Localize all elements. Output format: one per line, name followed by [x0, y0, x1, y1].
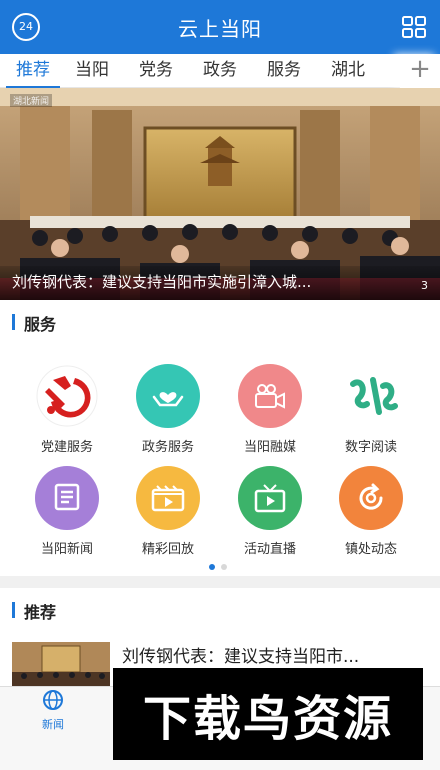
globe-icon: [43, 690, 63, 710]
video-camera-icon: [238, 364, 302, 428]
app-title: 云上当阳: [178, 16, 262, 41]
document-icon: [35, 466, 99, 530]
party-emblem-icon: [35, 364, 99, 428]
add-channel-button[interactable]: +: [400, 54, 440, 88]
services-section-title: 服务: [24, 315, 57, 334]
service-live-broadcast[interactable]: 活动直播: [220, 466, 320, 557]
service-party-building[interactable]: 党建服务: [17, 364, 117, 455]
app-header: 24 云上当阳: [0, 0, 440, 54]
service-highlight-playback[interactable]: 精彩回放: [118, 466, 218, 557]
recommend-section-header: 推荐: [0, 588, 440, 632]
tab-party-affairs[interactable]: 党务: [124, 54, 188, 88]
section-accent-bar: [12, 602, 15, 618]
watermark-banner: 下载鸟资源: [113, 668, 423, 760]
services-grid: 党建服务 政务服务 当阳融媒 数字阅读 当阳新闻 精彩回放 活动直播 镇处动态: [0, 344, 440, 576]
tab-dangyang[interactable]: 当阳: [60, 54, 124, 88]
app-screen: 24 云上当阳 推荐 当阳 党务 政务 服务 湖北 + 湖北新闻 刘传钢代表：建…: [0, 0, 440, 770]
nav-item-label: 新闻: [42, 718, 64, 731]
service-label: 活动直播: [243, 542, 296, 557]
pager-dot-active[interactable]: [209, 564, 215, 570]
service-dangyang-media[interactable]: 当阳融媒: [220, 364, 320, 455]
service-label: 数字阅读: [344, 440, 397, 455]
watermark-text: 下载鸟资源: [142, 691, 393, 747]
service-label: 当阳融媒: [243, 440, 296, 455]
grid-menu-icon[interactable]: [402, 16, 426, 38]
nav-item-news[interactable]: 新闻: [28, 689, 78, 732]
banner-source-tag: 湖北新闻: [10, 94, 53, 107]
calligraphy-icon: [339, 364, 403, 428]
news-title: 刘传钢代表：建议支持当阳市...: [122, 647, 360, 667]
heart-hands-icon: [136, 364, 200, 428]
tab-services[interactable]: 服务: [252, 54, 316, 88]
service-label: 当阳新闻: [40, 542, 93, 557]
channel-tabs: 推荐 当阳 党务 政务 服务 湖北 +: [0, 54, 440, 88]
playback-icon: [136, 466, 200, 530]
tab-government-affairs[interactable]: 政务: [188, 54, 252, 88]
banner-carousel[interactable]: 湖北新闻 刘传钢代表：建议支持当阳市实施引漳入城... 3: [0, 88, 440, 300]
tv-play-icon: [238, 466, 302, 530]
banner-page-indicator: 3: [421, 279, 428, 292]
tab-hubei[interactable]: 湖北: [316, 54, 380, 88]
pager-dot[interactable]: [221, 564, 227, 570]
service-dangyang-news[interactable]: 当阳新闻: [17, 466, 117, 557]
section-divider: [0, 576, 440, 588]
service-label: 精彩回放: [141, 542, 194, 557]
service-label: 镇处动态: [344, 542, 397, 557]
refresh-icon: [339, 466, 403, 530]
section-accent-bar: [12, 314, 15, 330]
service-digital-reading[interactable]: 数字阅读: [321, 364, 421, 455]
recommend-section-title: 推荐: [24, 603, 57, 622]
news-thumbnail: [12, 642, 110, 686]
service-government[interactable]: 政务服务: [118, 364, 218, 455]
tab-recommend[interactable]: 推荐: [6, 54, 60, 88]
service-label: 政务服务: [141, 440, 194, 455]
service-town-updates[interactable]: 镇处动态: [321, 466, 421, 557]
clock-badge-icon[interactable]: 24: [12, 13, 40, 41]
service-label: 党建服务: [40, 440, 93, 455]
services-pager: [209, 564, 227, 570]
services-section-header: 服务: [0, 300, 440, 344]
banner-caption[interactable]: 刘传钢代表：建议支持当阳市实施引漳入城...: [12, 271, 311, 292]
